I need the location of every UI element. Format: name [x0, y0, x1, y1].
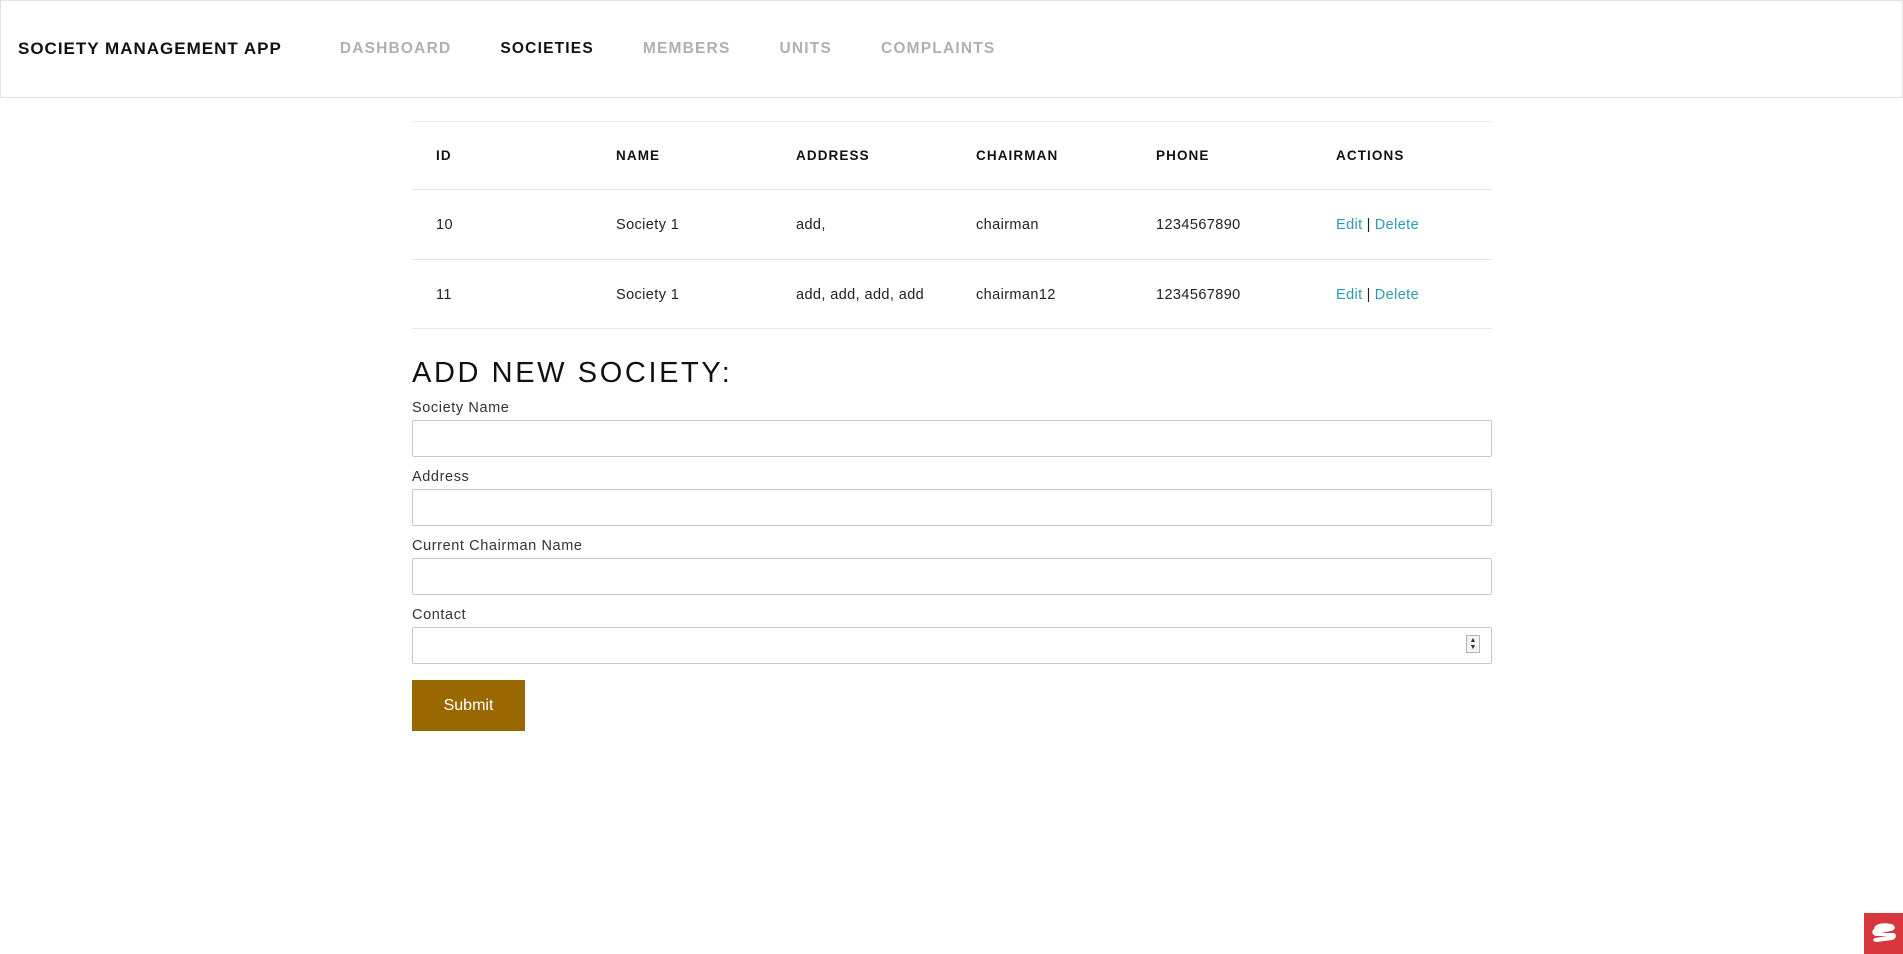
spinner-down-icon[interactable]: ▼ [1470, 644, 1477, 651]
action-separator: | [1366, 287, 1371, 303]
table-row: 10 Society 1 add, chairman 1234567890 Ed… [412, 189, 1492, 260]
chairman-name-input[interactable] [412, 558, 1492, 595]
contact-label: Contact [412, 607, 467, 623]
column-header-chairman: CHAIRMAN [952, 121, 1132, 190]
cell-id: 10 [412, 189, 592, 260]
top-navbar: SOCIETY MANAGEMENT APP DASHBOARD SOCIETI… [0, 0, 1903, 98]
contact-field-group: Contact ▲ ▼ [412, 607, 1492, 664]
column-header-address: ADDRESS [772, 121, 952, 190]
cell-chairman: chairman12 [952, 259, 1132, 329]
table-row: 11 Society 1 add, add, add, add chairman… [412, 259, 1492, 329]
cell-phone: 1234567890 [1132, 189, 1312, 260]
address-field-group: Address [412, 469, 1492, 526]
edit-link[interactable]: Edit [1336, 287, 1363, 303]
society-name-label: Society Name [412, 400, 510, 416]
delete-link[interactable]: Delete [1375, 217, 1419, 233]
action-separator: | [1366, 217, 1371, 233]
column-header-actions: ACTIONS [1312, 121, 1492, 190]
cell-actions: Edit | Delete [1312, 259, 1492, 329]
add-society-form: Society Name Address Current Chairman Na… [412, 400, 1492, 731]
delete-link[interactable]: Delete [1375, 287, 1419, 303]
main-content: ID NAME ADDRESS CHAIRMAN PHONE ACTIONS 1… [412, 121, 1492, 731]
nav-item-societies[interactable]: SOCIETIES [500, 40, 593, 58]
cell-name: Society 1 [592, 189, 772, 260]
contact-input-wrapper: ▲ ▼ [412, 627, 1492, 664]
form-title: ADD NEW SOCIETY: [412, 357, 733, 389]
submit-button[interactable]: Submit [412, 680, 525, 731]
contact-input[interactable] [412, 627, 1492, 664]
society-name-input[interactable] [412, 420, 1492, 457]
address-input[interactable] [412, 489, 1492, 526]
spinner-up-icon[interactable]: ▲ [1470, 637, 1477, 644]
address-label: Address [412, 469, 470, 485]
chairman-field-group: Current Chairman Name [412, 538, 1492, 595]
chat-widget-glyph [1871, 922, 1896, 942]
cell-address: add, [772, 189, 952, 260]
nav-item-dashboard[interactable]: DASHBOARD [340, 40, 452, 58]
app-brand[interactable]: SOCIETY MANAGEMENT APP [18, 39, 282, 59]
column-header-id: ID [412, 121, 592, 190]
society-name-field-group: Society Name [412, 400, 1492, 457]
cell-actions: Edit | Delete [1312, 189, 1492, 260]
cell-name: Society 1 [592, 259, 772, 329]
column-header-phone: PHONE [1132, 121, 1312, 190]
main-nav: DASHBOARD SOCIETIES MEMBERS UNITS COMPLA… [340, 40, 1045, 58]
societies-table: ID NAME ADDRESS CHAIRMAN PHONE ACTIONS 1… [412, 121, 1492, 329]
number-spinner-icon[interactable]: ▲ ▼ [1466, 635, 1480, 653]
chat-widget-icon[interactable] [1864, 913, 1903, 954]
cell-address: add, add, add, add [772, 259, 952, 329]
cell-id: 11 [412, 259, 592, 329]
cell-chairman: chairman [952, 189, 1132, 260]
column-header-name: NAME [592, 121, 772, 190]
nav-item-complaints[interactable]: COMPLAINTS [881, 40, 995, 58]
cell-phone: 1234567890 [1132, 259, 1312, 329]
table-header-row: ID NAME ADDRESS CHAIRMAN PHONE ACTIONS [412, 121, 1492, 190]
chairman-name-label: Current Chairman Name [412, 538, 583, 554]
edit-link[interactable]: Edit [1336, 217, 1363, 233]
nav-item-members[interactable]: MEMBERS [643, 40, 731, 58]
nav-item-units[interactable]: UNITS [780, 40, 833, 58]
